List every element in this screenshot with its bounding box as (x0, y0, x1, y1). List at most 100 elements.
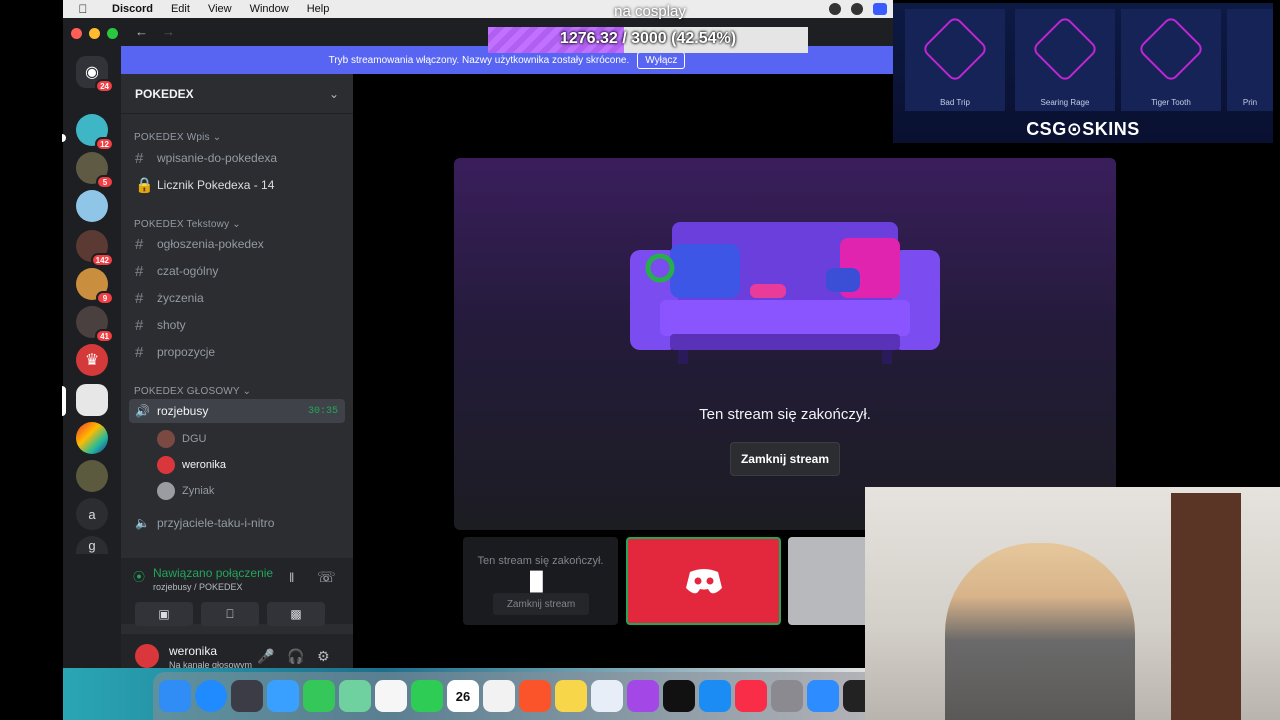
stream-area: Ten stream się zakończył. Zamknij stream… (353, 74, 1116, 668)
channel-licznik[interactable]: 🔒 Licznik Pokedexa - 14 (129, 173, 345, 197)
server-badge: 41 (95, 329, 114, 343)
tile-close-stream-button[interactable]: Zamknij stream (493, 593, 589, 615)
skin-card: Tiger Tooth (1121, 9, 1221, 111)
channel-wpisanie[interactable]: # wpisanie-do-pokedexa (129, 146, 345, 170)
notes-icon[interactable] (555, 680, 587, 712)
user-name[interactable]: weronika (169, 644, 217, 658)
server-icon[interactable] (76, 190, 108, 222)
menu-edit[interactable]: Edit (162, 3, 199, 15)
activities-icon[interactable]: ▩ (267, 602, 325, 626)
status-icon[interactable] (851, 3, 863, 15)
mail-icon[interactable] (267, 680, 299, 712)
apple-tv-icon[interactable] (663, 680, 695, 712)
macos-dock: 26 (153, 672, 875, 720)
voice-user[interactable]: Zyniak (157, 480, 214, 502)
server-header[interactable]: POKEDEX ⌄ (121, 74, 353, 114)
channel-czat[interactable]: # czat-ogólny (129, 259, 345, 283)
reminders-icon[interactable] (483, 680, 515, 712)
launchpad-icon[interactable] (231, 680, 263, 712)
server-letter-g[interactable]: g (76, 536, 108, 554)
category-header[interactable]: POKEDEX Tekstowy ⌄ (134, 219, 241, 230)
music-icon[interactable] (735, 680, 767, 712)
safari-icon[interactable] (195, 680, 227, 712)
gear-icon[interactable]: ⚙ (317, 648, 330, 665)
close-stream-button[interactable]: Zamknij stream (730, 442, 840, 476)
photos-icon[interactable] (375, 680, 407, 712)
channel-ogloszenia[interactable]: # ogłoszenia-pokedex (129, 232, 345, 256)
crown-server-icon[interactable]: ♛ (76, 344, 108, 376)
server-icon[interactable]: 9 (76, 268, 114, 305)
history-nav: ← → (135, 24, 175, 39)
menu-help[interactable]: Help (298, 3, 339, 15)
server-letter-a[interactable]: a (76, 498, 108, 530)
channel-zyczenia[interactable]: # życzenia (129, 286, 345, 310)
zoom-window-button[interactable] (107, 28, 118, 39)
server-name: POKEDEX (135, 86, 194, 101)
messages-icon[interactable] (303, 680, 335, 712)
direct-messages-icon[interactable]: ◉ 24 (76, 56, 114, 93)
record-icon[interactable] (829, 3, 841, 15)
menu-app-name[interactable]: Discord (103, 3, 162, 15)
channel-shoty[interactable]: # shoty (129, 313, 345, 337)
csgoskins-logo: CSG⊙SKINS (1026, 119, 1140, 139)
apple-icon[interactable]:  (63, 2, 103, 16)
skin-card: Prin (1227, 9, 1273, 111)
selected-pill (62, 386, 66, 416)
voice-user-self[interactable]: weronika (157, 454, 226, 476)
screen-share-icon[interactable]: ⎕ (201, 602, 259, 626)
user-avatar[interactable] (135, 644, 159, 668)
menu-window[interactable]: Window (241, 3, 298, 15)
connection-status: Nawiązano połączenie (153, 566, 274, 580)
category-header[interactable]: POKEDEX Wpis ⌄ (134, 132, 221, 143)
finder-icon[interactable] (159, 680, 191, 712)
category-header[interactable]: POKEDEX GŁOSOWY ⌄ (134, 386, 251, 397)
hexagon-icon (1031, 15, 1099, 83)
freeform-icon[interactable] (591, 680, 623, 712)
stream-tile-ended[interactable]: Ten stream się zakończył. █ Zamknij stre… (463, 537, 618, 625)
menubar-tray (829, 3, 893, 15)
avatar (157, 430, 175, 448)
obs-progress-text: 1276.32 / 3000 (42.54%) (559, 30, 737, 47)
server-icon[interactable] (76, 422, 108, 454)
voice-channel-przyjaciele[interactable]: 🔈 przyjaciele-taku-i-nitro (129, 511, 345, 535)
server-icon[interactable]: 12 (76, 114, 114, 151)
facetime-icon[interactable] (411, 680, 443, 712)
noise-suppression-icon[interactable]: ‖ (289, 570, 294, 585)
stream-tile-self[interactable] (626, 537, 781, 625)
app-store-icon[interactable] (699, 680, 731, 712)
skin-name: Prin (1242, 98, 1258, 107)
speaker-icon: 🔈 (135, 516, 150, 530)
disable-streamer-mode-button[interactable]: Wyłącz (637, 51, 686, 69)
close-window-button[interactable] (71, 28, 82, 39)
tray-app-icon[interactable] (873, 3, 887, 15)
connection-location[interactable]: rozjebusy / POKEDEX (153, 582, 243, 592)
minimize-window-button[interactable] (89, 28, 100, 39)
hash-icon: # (135, 289, 144, 307)
server-icon[interactable]: 142 (76, 230, 114, 267)
signal-icon[interactable]: ⦿ (133, 568, 145, 585)
camera-off-icon[interactable]: ▣ (135, 602, 193, 626)
calendar-icon[interactable]: 26 (447, 680, 479, 712)
back-arrow-icon[interactable]: ← (135, 24, 148, 39)
server-icon[interactable]: 5 (76, 152, 114, 189)
lock-icon: 🔒 (135, 177, 154, 194)
channel-propozycje[interactable]: # propozycje (129, 340, 345, 364)
obs-goal-title: na cosplay (614, 3, 686, 20)
microphone-icon[interactable]: 🎤 (257, 648, 274, 665)
system-settings-icon[interactable] (771, 680, 803, 712)
zoom-icon[interactable] (807, 680, 839, 712)
maps-icon[interactable] (339, 680, 371, 712)
server-icon[interactable] (76, 460, 108, 492)
server-icon[interactable]: 41 (76, 306, 114, 343)
podcasts-icon[interactable] (627, 680, 659, 712)
forward-arrow-icon[interactable]: → (162, 24, 175, 39)
brave-icon[interactable] (519, 680, 551, 712)
voice-user[interactable]: DGU (157, 428, 206, 450)
voice-channel-rozjebusy[interactable]: 🔊 rozjebusy 30:35 (129, 399, 345, 423)
avatar (157, 482, 175, 500)
pokedex-server-icon[interactable] (76, 384, 108, 416)
server-badge: 9 (96, 291, 114, 305)
disconnect-icon[interactable]: ☏ (317, 568, 336, 586)
menu-view[interactable]: View (199, 3, 241, 15)
headphones-icon[interactable]: 🎧 (287, 648, 304, 665)
